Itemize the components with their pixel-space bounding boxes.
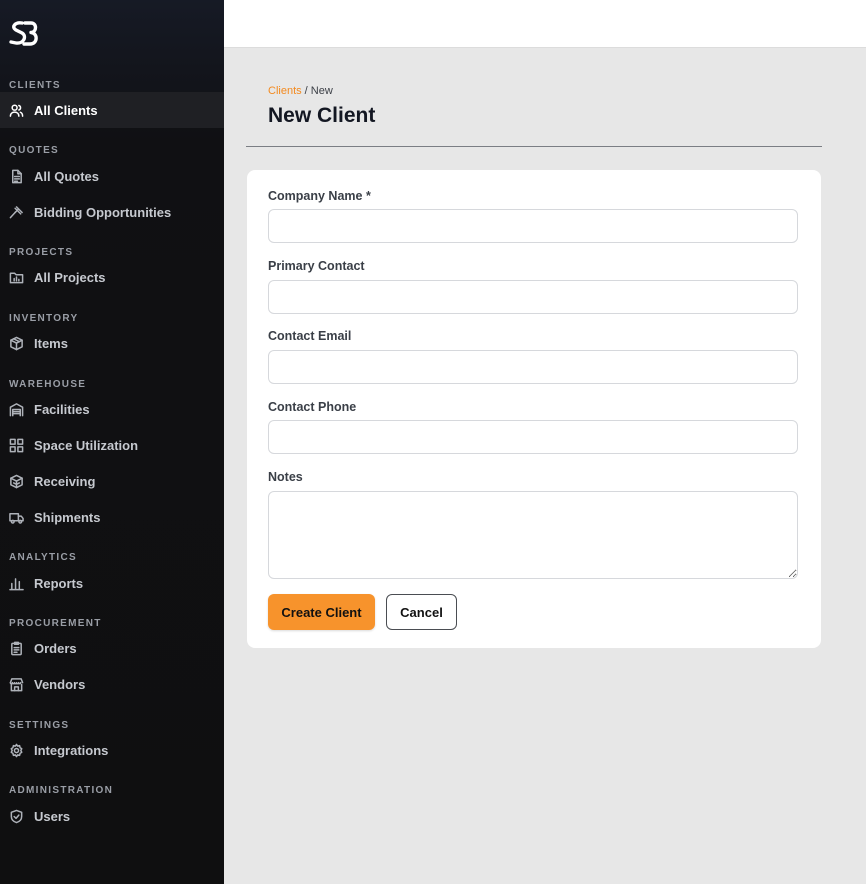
contact-email-input[interactable]	[268, 350, 798, 384]
sidebar-item-all-quotes[interactable]: All Quotes	[0, 158, 224, 194]
top-bar	[224, 0, 866, 48]
gavel-icon	[8, 204, 24, 220]
cancel-button[interactable]: Cancel	[386, 594, 457, 630]
sidebar-item-label: All Quotes	[34, 168, 100, 184]
sidebar-item-vendors[interactable]: Vendors	[0, 666, 224, 702]
section-label-settings: SETTINGS	[9, 720, 70, 731]
section-label-clients: CLIENTS	[9, 80, 61, 91]
sidebar-item-reports[interactable]: Reports	[0, 565, 224, 601]
notes-textarea[interactable]	[268, 491, 798, 579]
sidebar-item-bidding-opportunities[interactable]: Bidding Opportunities	[0, 194, 224, 230]
clipboard-icon	[8, 640, 24, 656]
contact-email-label: Contact Email	[268, 329, 352, 343]
primary-contact-label: Primary Contact	[268, 259, 365, 273]
sidebar-item-label: All Projects	[34, 269, 106, 285]
store-icon	[8, 676, 24, 692]
breadcrumb: Clients / New	[268, 85, 333, 97]
breadcrumb-current: New	[310, 85, 333, 97]
company-name-label: Company Name *	[268, 189, 371, 203]
folder-chart-icon	[8, 269, 24, 285]
section-label-quotes: QUOTES	[9, 145, 60, 156]
sidebar-item-label: Orders	[34, 640, 77, 656]
sidebar-item-users[interactable]: Users	[0, 798, 224, 834]
new-client-form: Company Name * Primary Contact Contact E…	[247, 170, 821, 648]
warehouse-icon	[8, 401, 24, 417]
sidebar-item-shipments[interactable]: Shipments	[0, 499, 224, 535]
contact-phone-label: Contact Phone	[268, 400, 357, 414]
section-label-administration: ADMINISTRATION	[9, 785, 114, 796]
page-title: New Client	[268, 104, 376, 127]
breadcrumb-link-clients[interactable]: Clients	[268, 85, 302, 97]
section-label-procurement: PROCUREMENT	[9, 618, 102, 629]
title-divider	[246, 146, 822, 147]
sidebar-item-all-clients[interactable]: All Clients	[0, 92, 224, 128]
breadcrumb-separator: /	[301, 85, 311, 97]
gear-icon	[8, 742, 24, 758]
grid-icon	[8, 437, 24, 453]
users-icon	[8, 102, 24, 118]
sidebar-item-label: Reports	[34, 575, 84, 591]
section-label-inventory: INVENTORY	[9, 313, 79, 324]
bar-chart-icon	[8, 575, 24, 591]
sidebar-item-facilities[interactable]: Facilities	[0, 391, 224, 427]
section-label-projects: PROJECTS	[9, 247, 74, 258]
sidebar-item-orders[interactable]: Orders	[0, 630, 224, 666]
sidebar-item-label: Vendors	[34, 676, 86, 692]
primary-contact-input[interactable]	[268, 280, 798, 314]
sidebar-item-label: Shipments	[34, 509, 101, 525]
section-label-warehouse: WAREHOUSE	[9, 379, 87, 390]
sidebar-item-receiving[interactable]: Receiving	[0, 463, 224, 499]
sidebar-item-items[interactable]: Items	[0, 325, 224, 361]
sidebar-item-space-utilization[interactable]: Space Utilization	[0, 427, 224, 463]
notes-label: Notes	[268, 470, 303, 484]
shield-check-icon	[8, 808, 24, 824]
sidebar-item-label: Bidding Opportunities	[34, 204, 172, 220]
sidebar: CLIENTS All Clients QUOTES All Quotes Bi…	[0, 0, 224, 884]
sidebar-item-label: Space Utilization	[34, 437, 139, 453]
document-icon	[8, 168, 24, 184]
company-name-input[interactable]	[268, 209, 798, 243]
truck-icon	[8, 509, 24, 525]
sidebar-item-label: All Clients	[34, 102, 98, 118]
sidebar-item-label: Users	[34, 808, 71, 824]
section-label-analytics: ANALYTICS	[9, 552, 78, 563]
contact-phone-input[interactable]	[268, 420, 798, 454]
package-receive-icon	[8, 473, 24, 489]
sidebar-item-label: Integrations	[34, 742, 109, 758]
create-client-button[interactable]: Create Client	[268, 594, 375, 630]
sidebar-item-label: Facilities	[34, 401, 90, 417]
sidebar-item-integrations[interactable]: Integrations	[0, 732, 224, 768]
package-icon	[8, 335, 24, 351]
sidebar-item-all-projects[interactable]: All Projects	[0, 259, 224, 295]
sidebar-item-label: Items	[34, 335, 68, 351]
sb-logo-icon[interactable]	[9, 19, 39, 49]
sidebar-item-label: Receiving	[34, 473, 96, 489]
